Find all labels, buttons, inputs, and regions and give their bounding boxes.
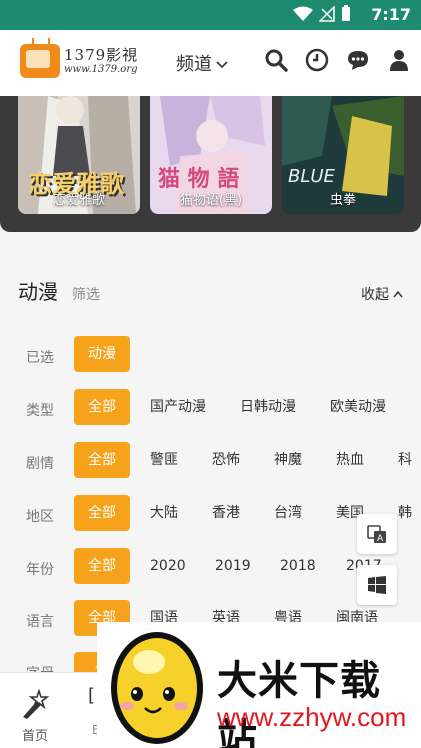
filter-chip[interactable]: 警匪 xyxy=(150,442,178,478)
filter-chip[interactable]: 大陆 xyxy=(150,495,178,531)
filter-chip[interactable]: 热血 xyxy=(336,442,364,478)
chevron-up-icon xyxy=(393,286,403,302)
carousel-card-label: 恋爱雅歌 xyxy=(52,193,105,208)
featured-carousel: 恋爱雅歌 恋爱雅歌 猫 物 語 猫物语(黑) BLUE 虫拳 xyxy=(0,96,421,232)
nav-home[interactable]: 首页 xyxy=(10,679,60,744)
signal-icon xyxy=(318,4,335,26)
translate-button[interactable]: A xyxy=(357,514,397,554)
filter-chip[interactable]: 恐怖 xyxy=(212,442,240,478)
filter-row-label: 已选 xyxy=(26,350,54,366)
filter-row-label: 地区 xyxy=(26,509,54,525)
category-title: 动漫 xyxy=(18,280,58,304)
filter-row-type: 类型 全部 国产动漫 日韩动漫 欧美动漫 xyxy=(0,389,421,429)
filter-row-selected: 已选 动漫 xyxy=(0,336,421,376)
filter-chip[interactable]: 欧美动漫 xyxy=(330,389,386,425)
filter-chip[interactable]: 全部 xyxy=(74,442,130,478)
app-screen: 7:17 1379影視 www.1379.org 频道 恋爱雅歌 恋爱雅歌 猫 … xyxy=(0,0,421,748)
filter-chip[interactable]: 动漫 xyxy=(74,336,130,372)
filter-chip[interactable]: 全部 xyxy=(74,548,130,584)
chevron-down-icon xyxy=(216,53,228,74)
history-icon[interactable] xyxy=(305,48,329,72)
filter-chip[interactable]: 全部 xyxy=(74,389,130,425)
filter-row-label: 年份 xyxy=(26,562,54,578)
user-icon[interactable] xyxy=(387,48,411,72)
tv-logo-icon xyxy=(20,44,60,78)
filter-chip[interactable]: 2020 xyxy=(150,548,186,584)
windows-button[interactable] xyxy=(357,565,397,605)
logo-url: www.1379.org xyxy=(64,64,138,75)
collapse-button[interactable]: 收起 xyxy=(361,284,403,304)
translate-icon: A xyxy=(367,525,386,544)
status-bar: 7:17 xyxy=(0,0,421,30)
app-header: 1379影視 www.1379.org 频道 xyxy=(0,30,421,96)
filter-chip[interactable]: 全部 xyxy=(74,495,130,531)
carousel-card-label: 虫拳 xyxy=(329,193,356,208)
carousel-card-1[interactable]: 恋爱雅歌 恋爱雅歌 xyxy=(18,96,140,214)
filter-chip[interactable]: 2019 xyxy=(215,548,251,584)
svg-text:BLUE: BLUE xyxy=(288,166,336,187)
windows-icon xyxy=(368,576,386,594)
filter-chip[interactable]: 日韩动漫 xyxy=(240,389,296,425)
svg-text:A: A xyxy=(377,534,384,544)
clock: 7:17 xyxy=(371,5,411,24)
search-icon[interactable] xyxy=(264,48,288,72)
wifi-icon xyxy=(293,6,313,26)
filter-row-label: 剧情 xyxy=(26,456,54,472)
logo-brand: 1379影視 xyxy=(64,46,139,64)
battery-icon xyxy=(341,5,351,26)
rice-mascot-logo xyxy=(111,632,203,744)
carousel-card-3[interactable]: BLUE 虫拳 xyxy=(282,96,404,214)
collapse-label: 收起 xyxy=(361,287,389,303)
filter-row-plot: 剧情 全部 警匪 恐怖 神魔 热血 科 xyxy=(0,442,421,482)
filter-row-label: 类型 xyxy=(26,403,54,419)
watermark-url: www.zzhyw.com xyxy=(217,702,407,732)
watermark-title: 大米下载站 xyxy=(217,658,381,748)
watermark-banner: 大米下载站 www.zzhyw.com xyxy=(97,622,421,748)
filter-row-label: 语言 xyxy=(26,614,54,630)
filter-chip[interactable]: 香港 xyxy=(212,495,240,531)
site-logo[interactable]: 1379影視 www.1379.org xyxy=(20,40,144,84)
message-icon[interactable] xyxy=(346,48,370,72)
sparkle-home-icon xyxy=(23,688,50,719)
filter-chip[interactable]: 台湾 xyxy=(274,495,302,531)
filter-chip[interactable]: 科 xyxy=(398,442,412,478)
filter-chip[interactable]: 韩 xyxy=(398,495,412,531)
filter-chip[interactable]: 2018 xyxy=(280,548,316,584)
nav-item-2-icon[interactable]: [ xyxy=(88,685,95,706)
nav-home-label: 首页 xyxy=(21,729,48,744)
filter-chip[interactable]: 国产动漫 xyxy=(150,389,206,425)
channel-dropdown[interactable]: 频道 xyxy=(176,50,228,76)
filter-subtitle: 筛选 xyxy=(72,287,100,303)
carousel-card-label: 猫物语(黑) xyxy=(179,193,243,208)
filter-chip[interactable]: 神魔 xyxy=(274,442,302,478)
carousel-card-2[interactable]: 猫 物 語 猫物语(黑) xyxy=(150,96,272,214)
channel-label: 频道 xyxy=(176,54,212,75)
